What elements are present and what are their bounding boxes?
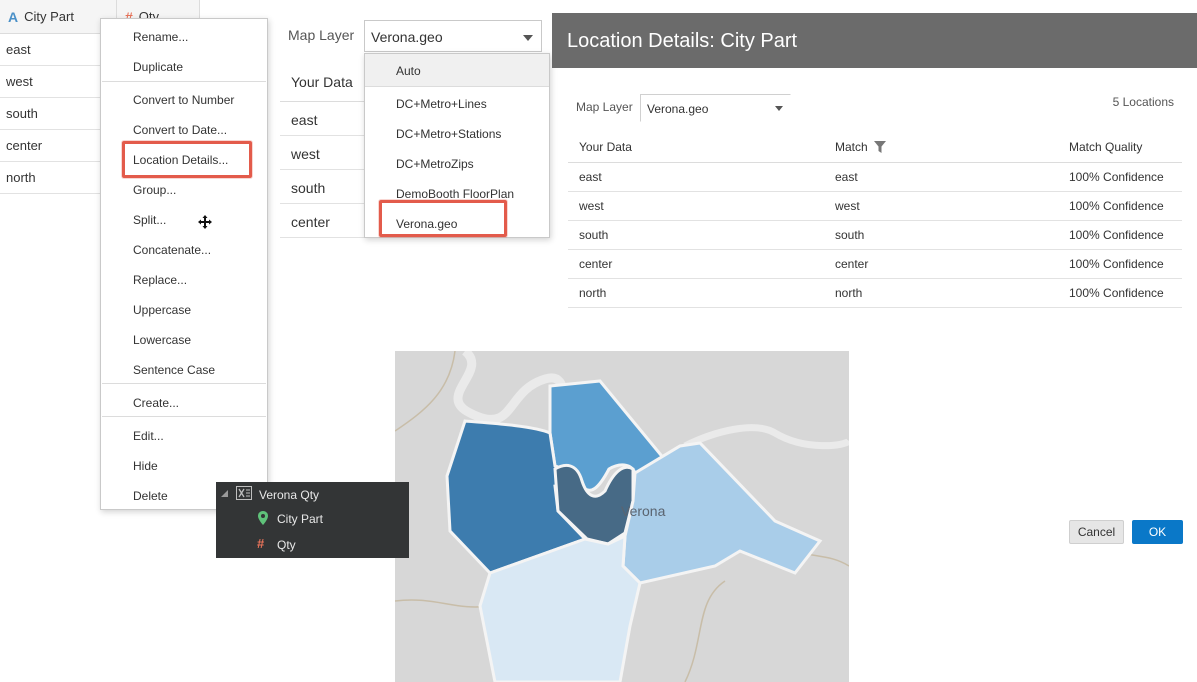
move-cursor-icon: [198, 215, 212, 229]
cell-match[interactable]: south: [824, 228, 1058, 242]
column-header-label: Match: [835, 140, 868, 154]
dialog-map-layer-select[interactable]: Verona.geo: [640, 94, 791, 122]
measure-icon: #: [257, 536, 265, 551]
location-pin-icon: [258, 511, 268, 525]
cell-your-data: east: [579, 170, 602, 184]
hover-highlight: [365, 54, 549, 86]
your-data-table: Your Data east west south center: [280, 60, 370, 238]
map-layer-select[interactable]: Verona.geo: [364, 20, 542, 52]
dropdown-option-demobooth-floorplan[interactable]: DemoBooth FloorPlan: [396, 187, 514, 201]
menu-item-uppercase[interactable]: Uppercase: [133, 303, 191, 317]
column-header-match-quality: Match Quality: [1069, 140, 1143, 154]
location-count: 5 Locations: [1112, 95, 1174, 109]
cell-match-quality: 100% Confidence: [1069, 286, 1164, 300]
location-match-table: Your Data Match Match Quality east east …: [568, 132, 1182, 308]
table-header-row: Your Data Match Match Quality: [568, 132, 1182, 163]
table-row[interactable]: east: [280, 102, 370, 136]
table-row[interactable]: west west 100% Confidence: [568, 192, 1182, 221]
menu-item-convert-to-number[interactable]: Convert to Number: [133, 93, 234, 107]
dataset-icon: [236, 486, 252, 500]
dialog-header: Location Details: City Part: [552, 13, 1197, 68]
menu-item-sentence-case[interactable]: Sentence Case: [133, 363, 215, 377]
dropdown-divider: [365, 86, 549, 87]
data-elements-panel: Verona Qty City Part # Qty: [216, 482, 409, 558]
menu-item-lowercase[interactable]: Lowercase: [133, 333, 191, 347]
menu-item-hide[interactable]: Hide: [133, 459, 158, 473]
cell-match-quality: 100% Confidence: [1069, 228, 1164, 242]
cell-match[interactable]: center: [824, 257, 1058, 271]
cell-your-data: north: [579, 286, 607, 300]
dropdown-option-dc-metro-stations[interactable]: DC+Metro+Stations: [396, 127, 501, 141]
cell-match-quality: 100% Confidence: [1069, 170, 1164, 184]
cell-match[interactable]: north: [824, 286, 1058, 300]
your-data-header: Your Data: [280, 60, 370, 102]
city-label: Verona: [621, 503, 666, 519]
table-row[interactable]: north north 100% Confidence: [568, 279, 1182, 308]
dialog-map-layer-label: Map Layer: [576, 100, 633, 114]
table-row[interactable]: center center 100% Confidence: [568, 250, 1182, 279]
dropdown-option-dc-metrozips[interactable]: DC+MetroZips: [396, 157, 474, 171]
filter-icon[interactable]: [873, 141, 886, 153]
chevron-down-icon: [523, 35, 533, 41]
menu-item-edit[interactable]: Edit...: [133, 429, 164, 443]
cell-your-data: south: [579, 228, 609, 242]
menu-item-delete[interactable]: Delete: [133, 489, 168, 503]
column-header-label: City Part: [24, 9, 74, 24]
collapse-triangle-icon[interactable]: [221, 490, 228, 497]
menu-divider: [102, 81, 266, 82]
menu-item-replace[interactable]: Replace...: [133, 273, 187, 287]
column-header-your-data: Your Data: [579, 140, 632, 154]
dialog-title: Location Details: City Part: [567, 30, 798, 52]
cell-match[interactable]: east: [824, 170, 1058, 184]
cell-match-quality: 100% Confidence: [1069, 257, 1164, 271]
menu-item-convert-to-date[interactable]: Convert to Date...: [133, 123, 227, 137]
cell-match[interactable]: west: [824, 199, 1058, 213]
cancel-button[interactable]: Cancel: [1069, 520, 1124, 544]
chevron-down-icon: [775, 106, 783, 111]
attribute-icon: A: [8, 8, 19, 25]
dropdown-option-auto[interactable]: Auto: [396, 64, 421, 78]
field-qty[interactable]: Qty: [277, 538, 296, 552]
table-row[interactable]: east east 100% Confidence: [568, 163, 1182, 192]
ok-button[interactable]: OK: [1132, 520, 1183, 544]
table-row[interactable]: west: [280, 136, 370, 170]
dialog-map-layer-value: Verona.geo: [647, 102, 709, 116]
menu-item-concatenate[interactable]: Concatenate...: [133, 243, 211, 257]
highlight-location-details: [122, 141, 252, 178]
menu-item-create[interactable]: Create...: [133, 396, 179, 410]
menu-item-group[interactable]: Group...: [133, 183, 176, 197]
column-header-match[interactable]: Match: [824, 140, 1058, 154]
context-menu: Rename... Duplicate Convert to Number Co…: [100, 18, 268, 510]
cell-your-data: center: [579, 257, 613, 271]
table-row[interactable]: south south 100% Confidence: [568, 221, 1182, 250]
menu-divider: [102, 416, 266, 417]
map-layer-value: Verona.geo: [371, 29, 443, 45]
cell-match-quality: 100% Confidence: [1069, 199, 1164, 213]
field-city-part[interactable]: City Part: [277, 512, 323, 526]
menu-item-duplicate[interactable]: Duplicate: [133, 60, 183, 74]
menu-item-rename[interactable]: Rename...: [133, 30, 188, 44]
table-row[interactable]: center: [280, 204, 370, 238]
highlight-verona-geo: [379, 200, 507, 237]
dataset-name[interactable]: Verona Qty: [259, 488, 319, 502]
cell-your-data: west: [579, 199, 604, 213]
menu-item-split[interactable]: Split...: [133, 213, 166, 227]
verona-map[interactable]: Verona: [395, 351, 849, 682]
table-row[interactable]: south: [280, 170, 370, 204]
menu-divider: [102, 383, 266, 384]
dropdown-option-dc-metro-lines[interactable]: DC+Metro+Lines: [396, 97, 487, 111]
map-layer-label: Map Layer: [288, 27, 355, 43]
